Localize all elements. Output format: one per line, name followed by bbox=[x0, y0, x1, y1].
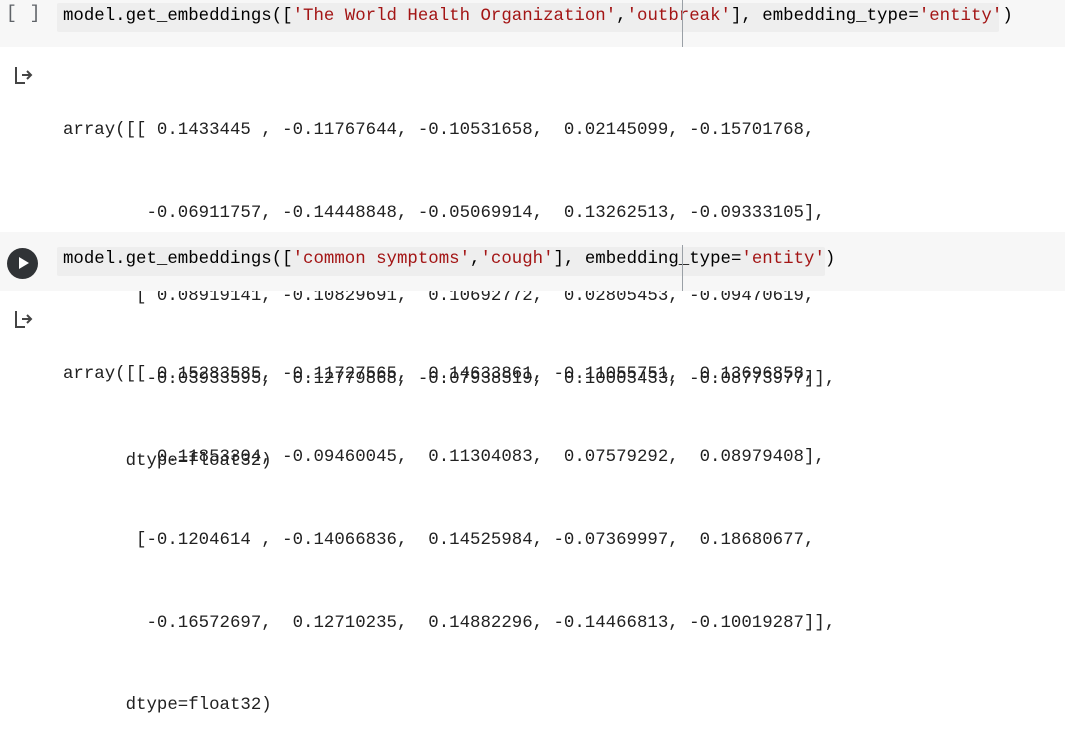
output-line: -0.16572697, 0.12710235, 0.14882296, -0.… bbox=[63, 613, 836, 633]
output-line: array([[ 0.1433445 , -0.11767644, -0.105… bbox=[63, 121, 815, 141]
output-arrow-icon bbox=[15, 311, 33, 328]
output-line: [-0.1204614 , -0.14066836, 0.14525984, -… bbox=[63, 530, 815, 550]
run-cell-button-1[interactable]: [ ] bbox=[6, 4, 41, 24]
text-cursor bbox=[682, 0, 683, 47]
code-line-2[interactable]: model.get_embeddings(['common symptoms',… bbox=[63, 248, 835, 272]
output-line: 0.11853304, -0.09460045, 0.11304083, 0.0… bbox=[63, 447, 825, 467]
code-string: 'outbreak' bbox=[626, 7, 731, 26]
text-cursor bbox=[682, 245, 683, 291]
code-string: 'The World Health Organization' bbox=[292, 7, 617, 26]
code-text: ) bbox=[1002, 7, 1013, 26]
code-text: ) bbox=[824, 250, 836, 269]
code-string: 'cough' bbox=[480, 250, 554, 269]
output-line: -0.06911757, -0.14448848, -0.05069914, 0… bbox=[63, 203, 825, 223]
code-text: , bbox=[470, 250, 481, 269]
cell-output-2: array([[ 0.15283585, -0.11727565, 0.1463… bbox=[63, 306, 835, 748]
code-text: , bbox=[616, 7, 627, 26]
code-string: 'entity' bbox=[741, 250, 825, 269]
code-line-1[interactable]: model.get_embeddings(['The World Health … bbox=[63, 5, 1013, 29]
code-text: model.get_embeddings([ bbox=[63, 250, 293, 269]
code-text: model.get_embeddings([ bbox=[63, 7, 293, 26]
code-text: ], embedding_type= bbox=[730, 7, 919, 26]
play-icon[interactable] bbox=[7, 248, 38, 279]
output-line: array([[ 0.15283585, -0.11727565, 0.1463… bbox=[63, 365, 815, 385]
output-line: dtype=float32) bbox=[63, 696, 272, 716]
code-text: ], embedding_type= bbox=[553, 250, 742, 269]
code-string: 'common symptoms' bbox=[292, 250, 471, 269]
output-arrow-icon bbox=[15, 67, 33, 84]
code-string: 'entity' bbox=[918, 7, 1003, 26]
